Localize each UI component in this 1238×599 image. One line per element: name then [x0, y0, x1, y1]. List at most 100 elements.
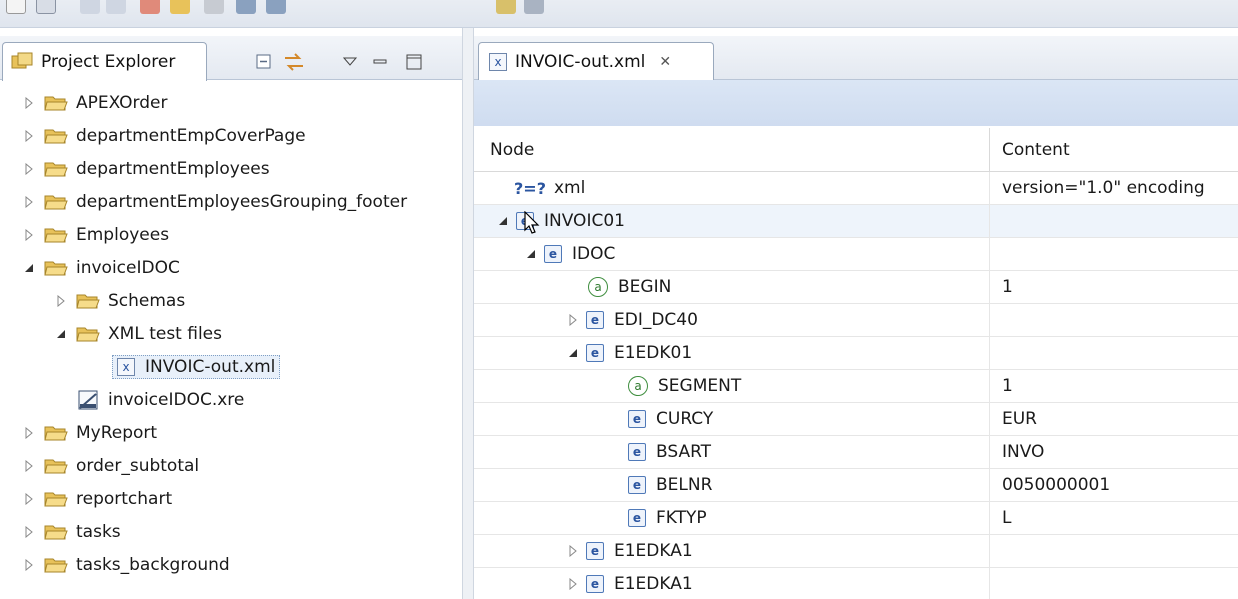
table-row[interactable]: e BSART INVO [474, 436, 1238, 469]
node-content[interactable]: EUR [990, 403, 1238, 435]
table-row[interactable]: ?=? xml version="1.0" encoding [474, 172, 1238, 205]
settings-icon[interactable] [524, 0, 544, 14]
node-content[interactable]: version="1.0" encoding [990, 172, 1238, 204]
collapsed-arrow-icon[interactable] [22, 558, 36, 572]
collapsed-arrow-icon[interactable] [22, 459, 36, 473]
print-icon[interactable] [496, 0, 516, 14]
table-row[interactable]: e E1EDKA1 [474, 535, 1238, 568]
table-row[interactable]: e BELNR 0050000001 [474, 469, 1238, 502]
save-icon[interactable] [36, 0, 56, 14]
tree-item-apexorder[interactable]: APEXOrder [0, 86, 462, 119]
view-menu-icon[interactable] [338, 50, 362, 74]
tree-item-order-subtotal[interactable]: order_subtotal [0, 449, 462, 482]
tree-item-departmentemployees[interactable]: departmentEmployees [0, 152, 462, 185]
table-row[interactable]: a BEGIN 1 [474, 271, 1238, 304]
tree-item-departmentemployeesgrouping-footer[interactable]: departmentEmployeesGrouping_footer [0, 185, 462, 218]
tree-item-invoiceidoc[interactable]: invoiceIDOC [0, 251, 462, 284]
node-content[interactable] [990, 238, 1238, 270]
undo-icon[interactable] [80, 0, 100, 14]
tree-item-xml-test-files[interactable]: XML test files [0, 317, 462, 350]
node-content[interactable]: INVO [990, 436, 1238, 468]
table-row[interactable]: e INVOIC01 [474, 205, 1238, 238]
tree-item-employees[interactable]: Employees [0, 218, 462, 251]
collapsed-arrow-icon[interactable] [22, 96, 36, 110]
collapsed-arrow-icon[interactable] [22, 129, 36, 143]
node-content[interactable]: 0050000001 [990, 469, 1238, 501]
database-icon[interactable] [170, 0, 190, 14]
collapsed-arrow-icon[interactable] [566, 313, 580, 327]
tree-item-label: order_subtotal [76, 455, 200, 476]
collapsed-arrow-icon[interactable] [22, 525, 36, 539]
tree-item-invoiceidoc-xre[interactable]: invoiceIDOC.xre [0, 383, 462, 416]
table-row[interactable]: e FKTYP L [474, 502, 1238, 535]
node-content[interactable] [990, 337, 1238, 369]
expanded-arrow-icon[interactable] [22, 261, 36, 275]
collapsed-arrow-icon[interactable] [22, 492, 36, 506]
maximize-icon[interactable] [402, 50, 426, 74]
tree-item-invoic-out-xml[interactable]: x INVOIC-out.xml [0, 350, 462, 383]
column-header-content[interactable]: Content [990, 128, 1238, 171]
tree-item-label: invoiceIDOC [76, 257, 180, 278]
table-header: Node Content [474, 128, 1238, 172]
table-row[interactable]: e CURCY EUR [474, 403, 1238, 436]
element-icon: e [628, 410, 646, 428]
tree-item-label: reportchart [76, 488, 173, 509]
table-row[interactable]: e E1EDKA1 [474, 568, 1238, 599]
tree-item-tasks[interactable]: tasks [0, 515, 462, 548]
node-name: EDI_DC40 [614, 310, 698, 330]
table-row[interactable]: e E1EDK01 [474, 337, 1238, 370]
folder-icon [44, 525, 68, 539]
folder-icon [76, 327, 100, 341]
node-content[interactable]: L [990, 502, 1238, 534]
close-icon[interactable]: ✕ [659, 54, 671, 70]
tree-item-label: departmentEmployeesGrouping_footer [76, 191, 408, 212]
column-header-node[interactable]: Node [474, 128, 990, 171]
collapsed-arrow-icon[interactable] [566, 544, 580, 558]
delete-icon[interactable] [140, 0, 160, 14]
tree-item-departmentempcoverpage[interactable]: departmentEmpCoverPage [0, 119, 462, 152]
node-name: E1EDKA1 [614, 574, 693, 594]
link-with-editor-icon[interactable] [282, 50, 306, 74]
expanded-arrow-icon[interactable] [54, 327, 68, 341]
new-file-icon[interactable] [6, 0, 26, 14]
collapsed-arrow-icon[interactable] [566, 577, 580, 591]
collapsed-arrow-icon[interactable] [22, 195, 36, 209]
folder-icon [44, 261, 68, 275]
collapsed-arrow-icon[interactable] [22, 228, 36, 242]
open-folder-icon[interactable] [236, 0, 256, 14]
tab-invoic-out-xml[interactable]: x INVOIC-out.xml ✕ [478, 42, 714, 81]
editor-tabbar: x INVOIC-out.xml ✕ [474, 36, 1238, 81]
expanded-arrow-icon[interactable] [496, 214, 510, 228]
table-row[interactable]: e EDI_DC40 [474, 304, 1238, 337]
project-explorer-view: Project Explorer APEXOrder departmentEmp… [0, 28, 462, 599]
node-content[interactable]: 1 [990, 271, 1238, 303]
minimize-icon[interactable] [368, 50, 392, 74]
table-row[interactable]: a SEGMENT 1 [474, 370, 1238, 403]
tree-item-schemas[interactable]: Schemas [0, 284, 462, 317]
tab-project-explorer[interactable]: Project Explorer [2, 42, 207, 81]
node-name: xml [553, 178, 586, 198]
table-row[interactable]: e IDOC [474, 238, 1238, 271]
selected-tree-item[interactable]: x INVOIC-out.xml [112, 354, 281, 379]
tree-item-reportchart[interactable]: reportchart [0, 482, 462, 515]
node-content[interactable] [990, 568, 1238, 599]
collapsed-arrow-icon[interactable] [22, 162, 36, 176]
image-icon[interactable] [266, 0, 286, 14]
node-content[interactable]: 1 [990, 370, 1238, 402]
expanded-arrow-icon[interactable] [566, 346, 580, 360]
collapsed-arrow-icon[interactable] [22, 426, 36, 440]
processing-instruction-icon: ?=? [514, 178, 546, 198]
collapsed-arrow-icon[interactable] [54, 294, 68, 308]
node-content[interactable] [990, 535, 1238, 567]
node-content[interactable] [990, 205, 1238, 237]
tree-item-myreport[interactable]: MyReport [0, 416, 462, 449]
tree-item-tasks-background[interactable]: tasks_background [0, 548, 462, 581]
node-content[interactable] [990, 304, 1238, 336]
collapse-all-icon[interactable] [252, 50, 276, 74]
project-tree: APEXOrder departmentEmpCoverPage departm… [0, 86, 462, 581]
tools-icon[interactable] [204, 0, 224, 14]
view-splitter[interactable] [462, 28, 474, 599]
expanded-arrow-icon[interactable] [524, 247, 538, 261]
redo-icon[interactable] [106, 0, 126, 14]
report-file-icon [78, 390, 98, 409]
